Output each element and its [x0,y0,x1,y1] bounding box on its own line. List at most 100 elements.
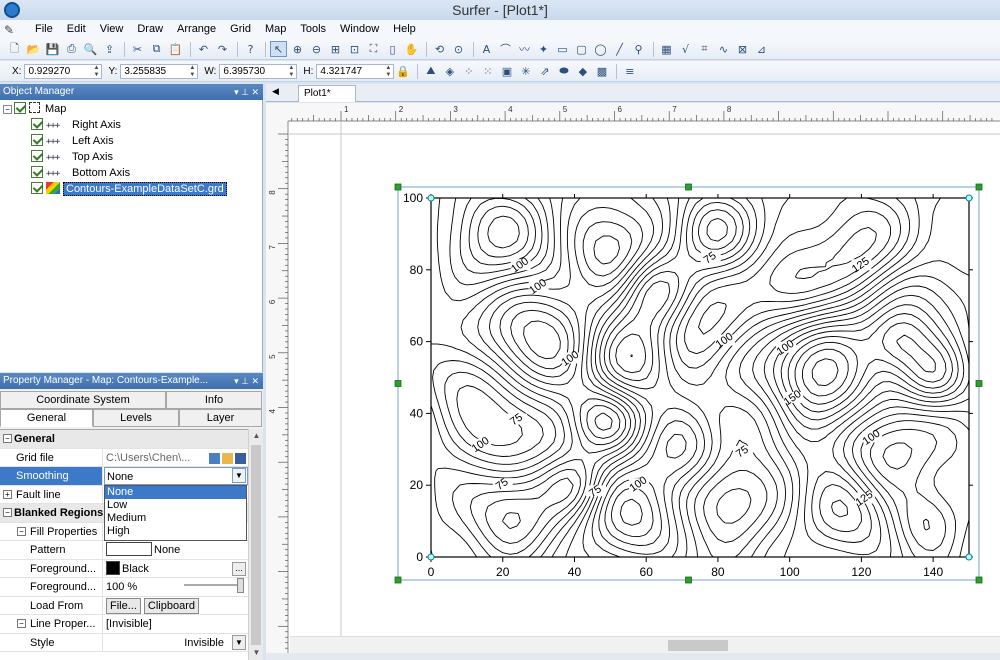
checkbox-icon[interactable] [31,166,43,178]
tree-item-bottom-axis[interactable]: +++ Bottom Axis [31,165,130,181]
tab-general[interactable]: General [0,409,93,427]
checkbox-icon[interactable] [31,182,43,194]
opacity-slider[interactable] [184,578,244,593]
tree-item-contour-layer[interactable]: Contours-ExampleDataSetC.grd [31,181,227,197]
tab-plot1[interactable]: Plot1* [298,85,356,102]
tab-levels[interactable]: Levels [93,409,179,427]
plot-svg[interactable]: 1 2 3 4 5 6 7 887654 10010075 125100100 100751501… [266,103,1000,660]
x-position-field[interactable]: 0.929270 [24,63,103,79]
open-icon[interactable]: 📂 [25,41,42,57]
selection-handle[interactable] [394,576,402,584]
tab-coordinate-system[interactable]: Coordinate System [0,391,166,409]
text-icon[interactable]: A [478,41,495,57]
menu-draw[interactable]: Draw [130,20,170,39]
contour-map-icon[interactable]: ◈ [441,63,458,79]
section-general[interactable]: − General [0,430,248,449]
pattern-value[interactable]: None [104,541,248,559]
rectangle-icon[interactable]: ▭ [554,41,571,57]
vector-map-icon[interactable]: ⇗ [536,63,553,79]
selection-handle[interactable] [975,380,983,387]
pan-hand-icon[interactable]: ✋ [403,41,420,57]
surface-icon[interactable]: ◆ [574,63,591,79]
scroll-up-icon[interactable]: ▲ [249,429,264,443]
classed-post-icon[interactable]: ⁙ [479,63,496,79]
cut-icon[interactable]: ✂ [129,41,146,57]
smoothing-option-high[interactable]: High [105,525,246,538]
reshape-icon[interactable]: ⚲ [630,41,647,57]
collapse-icon[interactable]: − [3,105,12,114]
document-system-icon[interactable]: ✎ [4,23,22,37]
selection-handle[interactable] [975,183,983,191]
zoom-out-icon[interactable]: ⊖ [308,41,325,57]
scroll-down-icon[interactable]: ▼ [249,646,264,660]
save-icon[interactable] [235,452,246,464]
menu-tools[interactable]: Tools [293,20,333,39]
checkbox-icon[interactable] [14,102,26,114]
rounded-rect-icon[interactable]: ▢ [573,41,590,57]
smoothing-option-medium[interactable]: Medium [105,512,246,525]
chevron-down-icon[interactable]: ▼ [232,468,246,483]
selection-handle[interactable] [685,183,692,191]
style-value[interactable]: Invisible [104,634,248,652]
new-icon[interactable]: 🗋 [6,41,23,57]
selection-handle[interactable] [685,576,692,584]
selection-handle[interactable] [394,183,402,191]
menu-help[interactable]: Help [386,20,423,39]
lock-icon[interactable]: 🔒 [394,63,411,79]
grid-function-icon[interactable]: ∿ [715,41,732,57]
menu-edit[interactable]: Edit [60,20,93,39]
tab-layer[interactable]: Layer [179,409,262,427]
paste-icon[interactable]: 📋 [167,41,184,57]
menu-arrange[interactable]: Arrange [170,20,223,39]
grid-math-icon[interactable]: ⌗ [696,41,713,57]
plot-canvas[interactable]: 1234567887654 100 100 75 125 100 100 100 75 150 1… [266,103,1000,660]
tree-item-right-axis[interactable]: +++ Right Axis [31,117,121,133]
file-button[interactable]: File... [106,597,141,614]
foreground-value[interactable]: Black [104,560,248,578]
menu-file[interactable]: File [28,20,60,39]
property-scrollbar[interactable]: ▲ ▼ [248,429,263,660]
image-map-icon[interactable]: ▣ [498,63,515,79]
line-icon[interactable]: ╱ [611,41,628,57]
checkbox-icon[interactable] [31,134,43,146]
zoom-page-icon[interactable]: ▯ [384,41,401,57]
smoothing-select[interactable]: None [104,467,248,485]
clipboard-button[interactable]: Clipboard [143,597,199,614]
selection-handle[interactable] [394,380,402,387]
zoom-in-icon[interactable]: ⊕ [289,41,306,57]
tree-item-left-axis[interactable]: +++ Left Axis [31,133,114,149]
polygon-icon[interactable]: ⌒ [497,41,514,57]
zoom-fit-icon[interactable]: ⛶ [365,41,382,57]
grid-data-icon[interactable]: ▦ [658,41,675,57]
save-icon[interactable]: 💾 [44,41,61,57]
tab-info[interactable]: Info [166,391,262,409]
copy-icon[interactable]: ⧉ [148,41,165,57]
y-position-field[interactable]: 3.255835 [120,63,199,79]
menu-grid[interactable]: Grid [223,20,258,39]
shaded-relief-icon[interactable]: ✳ [517,63,534,79]
opacity-value[interactable]: 100 % [104,578,248,596]
print-preview-icon[interactable]: 🔍 [82,41,99,57]
ellipsis-button[interactable]: ... [232,561,246,576]
base-map-icon[interactable]: ⛰ [422,63,439,79]
checkbox-icon[interactable] [31,118,43,130]
auto-redraw-icon[interactable]: ⊙ [450,41,467,57]
grid-calculus-icon[interactable]: ⊠ [734,41,751,57]
redraw-icon[interactable]: ⟲ [431,41,448,57]
3d-surface-icon[interactable]: ▩ [593,63,610,79]
export-icon[interactable]: ⇪ [101,41,118,57]
horizontal-scrollbar[interactable] [290,636,1000,653]
tree-item-top-axis[interactable]: +++ Top Axis [31,149,113,165]
open-folder-icon[interactable] [222,452,233,464]
symbol-icon[interactable]: ✦ [535,41,552,57]
panel-controls-icon[interactable]: ▾ ⊥ ✕ [234,84,259,100]
height-field[interactable]: 4.321747 [316,63,395,79]
redo-icon[interactable]: ↷ [214,41,231,57]
grid-corner-handle[interactable] [427,194,435,202]
scroll-thumb[interactable] [668,640,728,651]
help-icon[interactable]: ? [242,41,259,57]
grid-info-icon[interactable] [209,452,220,464]
expand-icon[interactable]: + [3,489,12,499]
menu-map[interactable]: Map [258,20,293,39]
selection-handle[interactable] [975,576,983,584]
